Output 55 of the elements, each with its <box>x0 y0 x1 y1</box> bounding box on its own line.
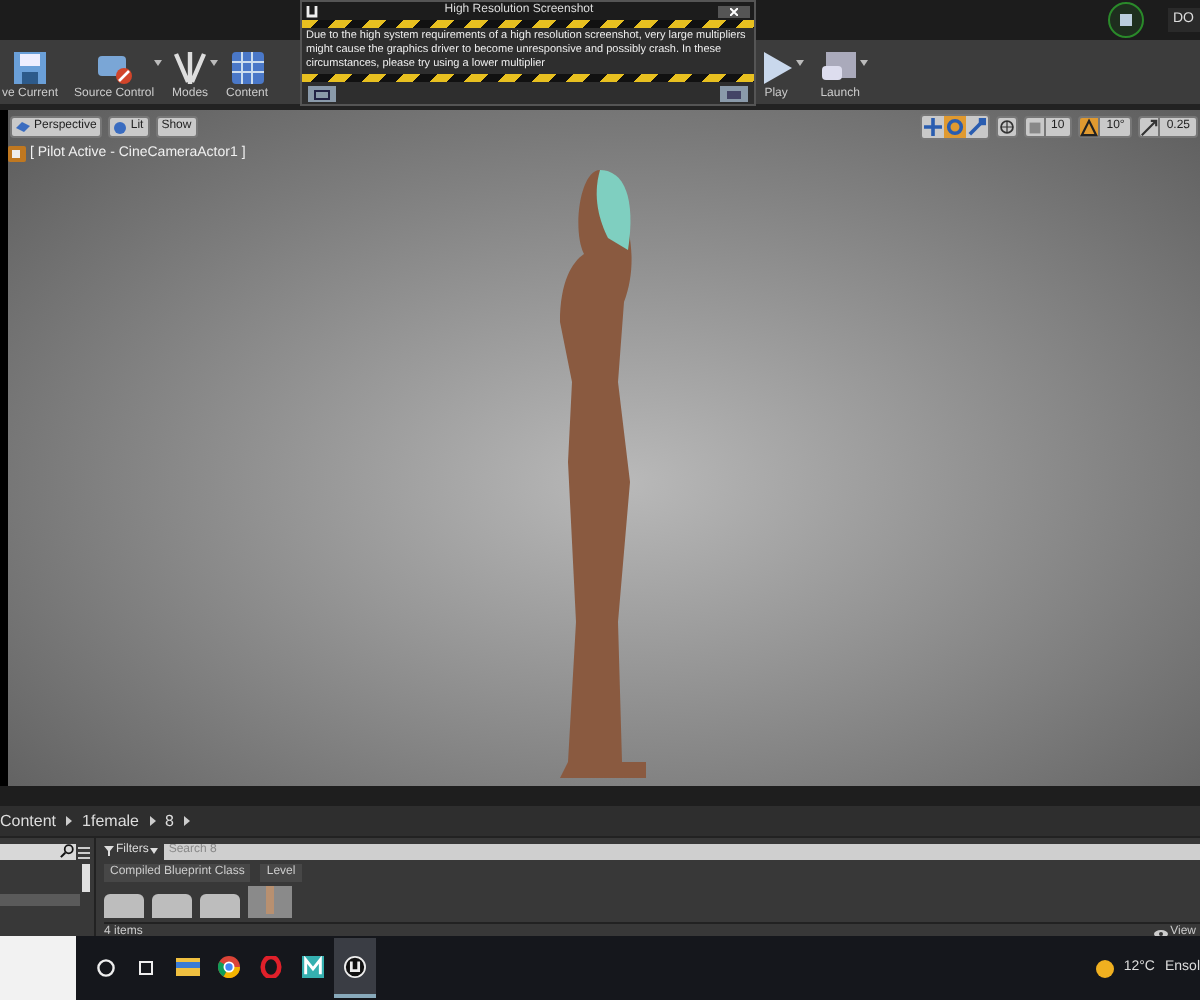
angle-icon <box>1080 117 1099 137</box>
search-field[interactable] <box>0 844 76 860</box>
search-icon <box>60 844 74 858</box>
transform-tool-button[interactable] <box>921 116 944 138</box>
list-icon <box>78 845 90 859</box>
caret-icon <box>210 60 219 66</box>
caret-icon <box>150 848 159 854</box>
caret-icon <box>796 60 805 66</box>
move-icon <box>923 118 942 136</box>
breadcrumb-item[interactable]: 1female <box>82 809 139 833</box>
rotate-icon <box>945 118 964 136</box>
resize-arrow-icon <box>1140 117 1159 137</box>
folder-thumbnail[interactable] <box>104 894 144 918</box>
tools-icon <box>170 50 211 86</box>
chevron-right-icon <box>183 816 190 826</box>
grid-icon <box>227 50 268 86</box>
caret-icon <box>154 60 163 66</box>
capture-region-icon <box>314 89 330 99</box>
dialog-icon-button[interactable] <box>720 86 748 102</box>
scale-icon <box>967 118 986 136</box>
transform-tool-button[interactable] <box>943 116 966 138</box>
folder-thumbnail[interactable] <box>152 894 192 918</box>
folder-icon <box>175 956 199 976</box>
caret-icon <box>860 60 869 66</box>
close-button[interactable] <box>718 5 750 17</box>
chevron-right-icon <box>66 816 73 826</box>
square-icon <box>1025 117 1044 137</box>
scrollbar[interactable] <box>82 864 90 892</box>
transform-tool-button[interactable] <box>965 116 988 138</box>
engine-logo-icon <box>344 955 366 977</box>
camera-icon <box>8 146 26 163</box>
chevron-right-icon <box>149 816 155 826</box>
ring-logo-icon <box>260 955 282 977</box>
breadcrumb-item[interactable]: Content <box>0 809 57 833</box>
level-thumbnail[interactable] <box>248 886 292 918</box>
task-view-icon[interactable] <box>136 958 156 978</box>
circle-icon[interactable] <box>96 958 116 978</box>
sphere-icon <box>114 121 127 133</box>
close-icon <box>730 7 738 15</box>
letter-logo-icon <box>302 955 324 977</box>
engine-logo-icon <box>306 3 320 19</box>
globe-icon <box>999 120 1014 134</box>
folder-thumbnail[interactable] <box>200 894 240 918</box>
snap-toggle[interactable] <box>1138 116 1161 138</box>
snap-toggle[interactable] <box>1023 116 1046 138</box>
snap-toggle[interactable] <box>1078 116 1101 138</box>
taskbar-app[interactable] <box>334 938 376 998</box>
browser-logo-icon <box>218 955 240 977</box>
globe-button[interactable] <box>995 116 1018 138</box>
camera-view-icon <box>16 122 30 132</box>
dialog-icon-button[interactable] <box>308 86 336 102</box>
breadcrumb-item[interactable]: 8 <box>165 809 174 833</box>
screenshot-icon <box>726 89 742 99</box>
funnel-icon <box>104 846 114 856</box>
sun-icon <box>1095 959 1114 977</box>
